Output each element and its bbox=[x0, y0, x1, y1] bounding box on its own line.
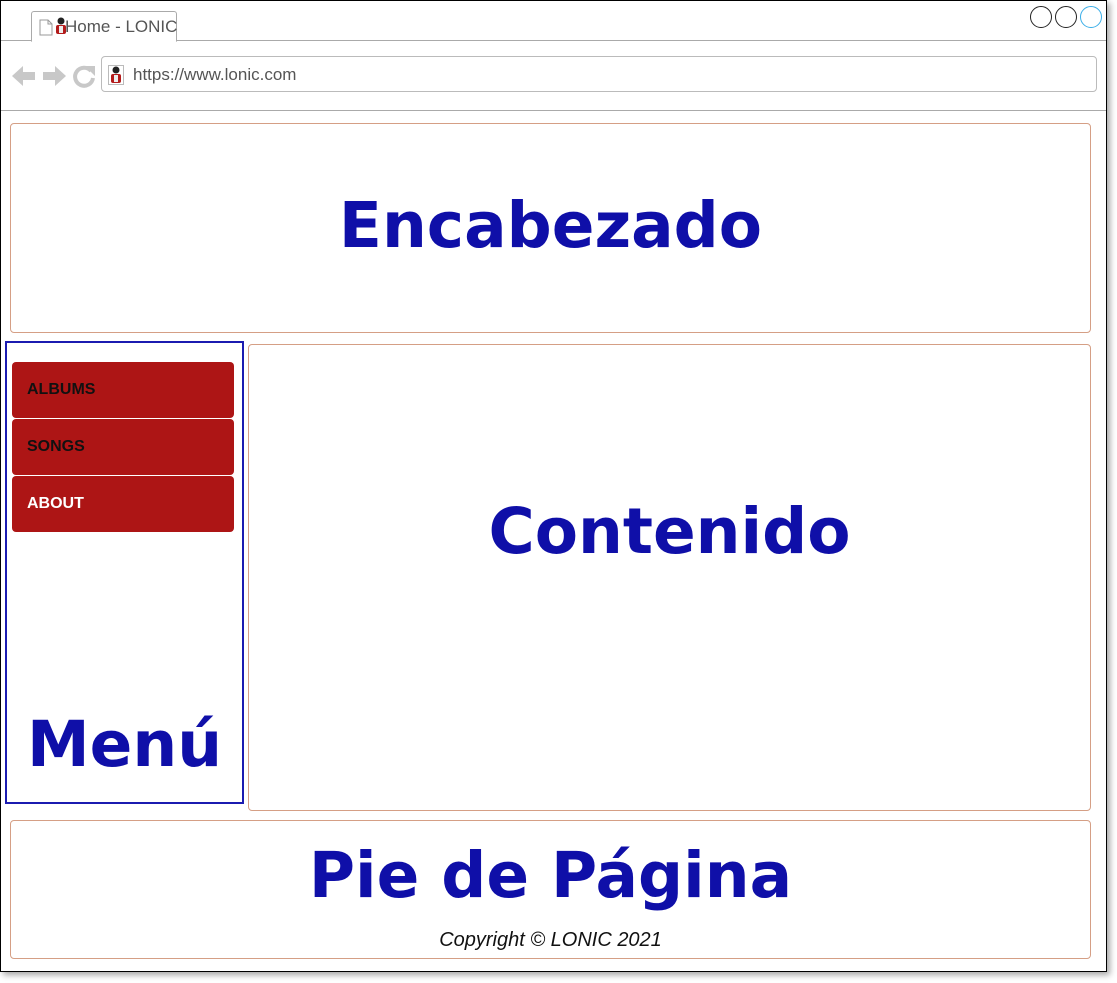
menu-item-albums[interactable]: ALBUMS bbox=[12, 362, 234, 418]
maximize-button[interactable] bbox=[1055, 6, 1077, 28]
menu-item-songs[interactable]: SONGS bbox=[12, 419, 234, 475]
minimize-button[interactable] bbox=[1030, 6, 1052, 28]
menu-item-about[interactable]: ABOUT bbox=[12, 476, 234, 532]
header-title: Encabezado bbox=[338, 189, 763, 262]
content-region: Contenido bbox=[248, 344, 1091, 811]
address-bar[interactable]: https://www.lonic.com bbox=[101, 56, 1097, 92]
tab-strip: Home - LONIC bbox=[1, 1, 1106, 42]
lonic-favicon bbox=[108, 65, 124, 85]
footer-region: Pie de Página Copyright © LONIC 2021 bbox=[10, 820, 1091, 959]
footer-title: Pie de Página bbox=[308, 839, 793, 912]
forward-arrow-icon[interactable] bbox=[41, 63, 67, 89]
back-arrow-icon[interactable] bbox=[11, 63, 37, 89]
reload-icon[interactable] bbox=[71, 63, 97, 89]
menu-region: ALBUMS SONGS ABOUT Menú bbox=[5, 341, 244, 804]
header-region: Encabezado bbox=[10, 123, 1091, 333]
page-icon bbox=[39, 19, 53, 36]
close-button[interactable] bbox=[1080, 6, 1102, 28]
browser-tab[interactable]: Home - LONIC bbox=[31, 11, 177, 42]
menu-title: Menú bbox=[26, 708, 223, 781]
content-title: Contenido bbox=[488, 495, 851, 568]
tab-title: Home - LONIC bbox=[65, 17, 178, 36]
navigation-bar: https://www.lonic.com bbox=[1, 42, 1106, 111]
copyright-text: Copyright © LONIC 2021 bbox=[439, 929, 662, 951]
window-controls bbox=[1030, 6, 1102, 28]
menu-list: ALBUMS SONGS ABOUT bbox=[12, 362, 234, 533]
url-text: https://www.lonic.com bbox=[133, 65, 297, 84]
